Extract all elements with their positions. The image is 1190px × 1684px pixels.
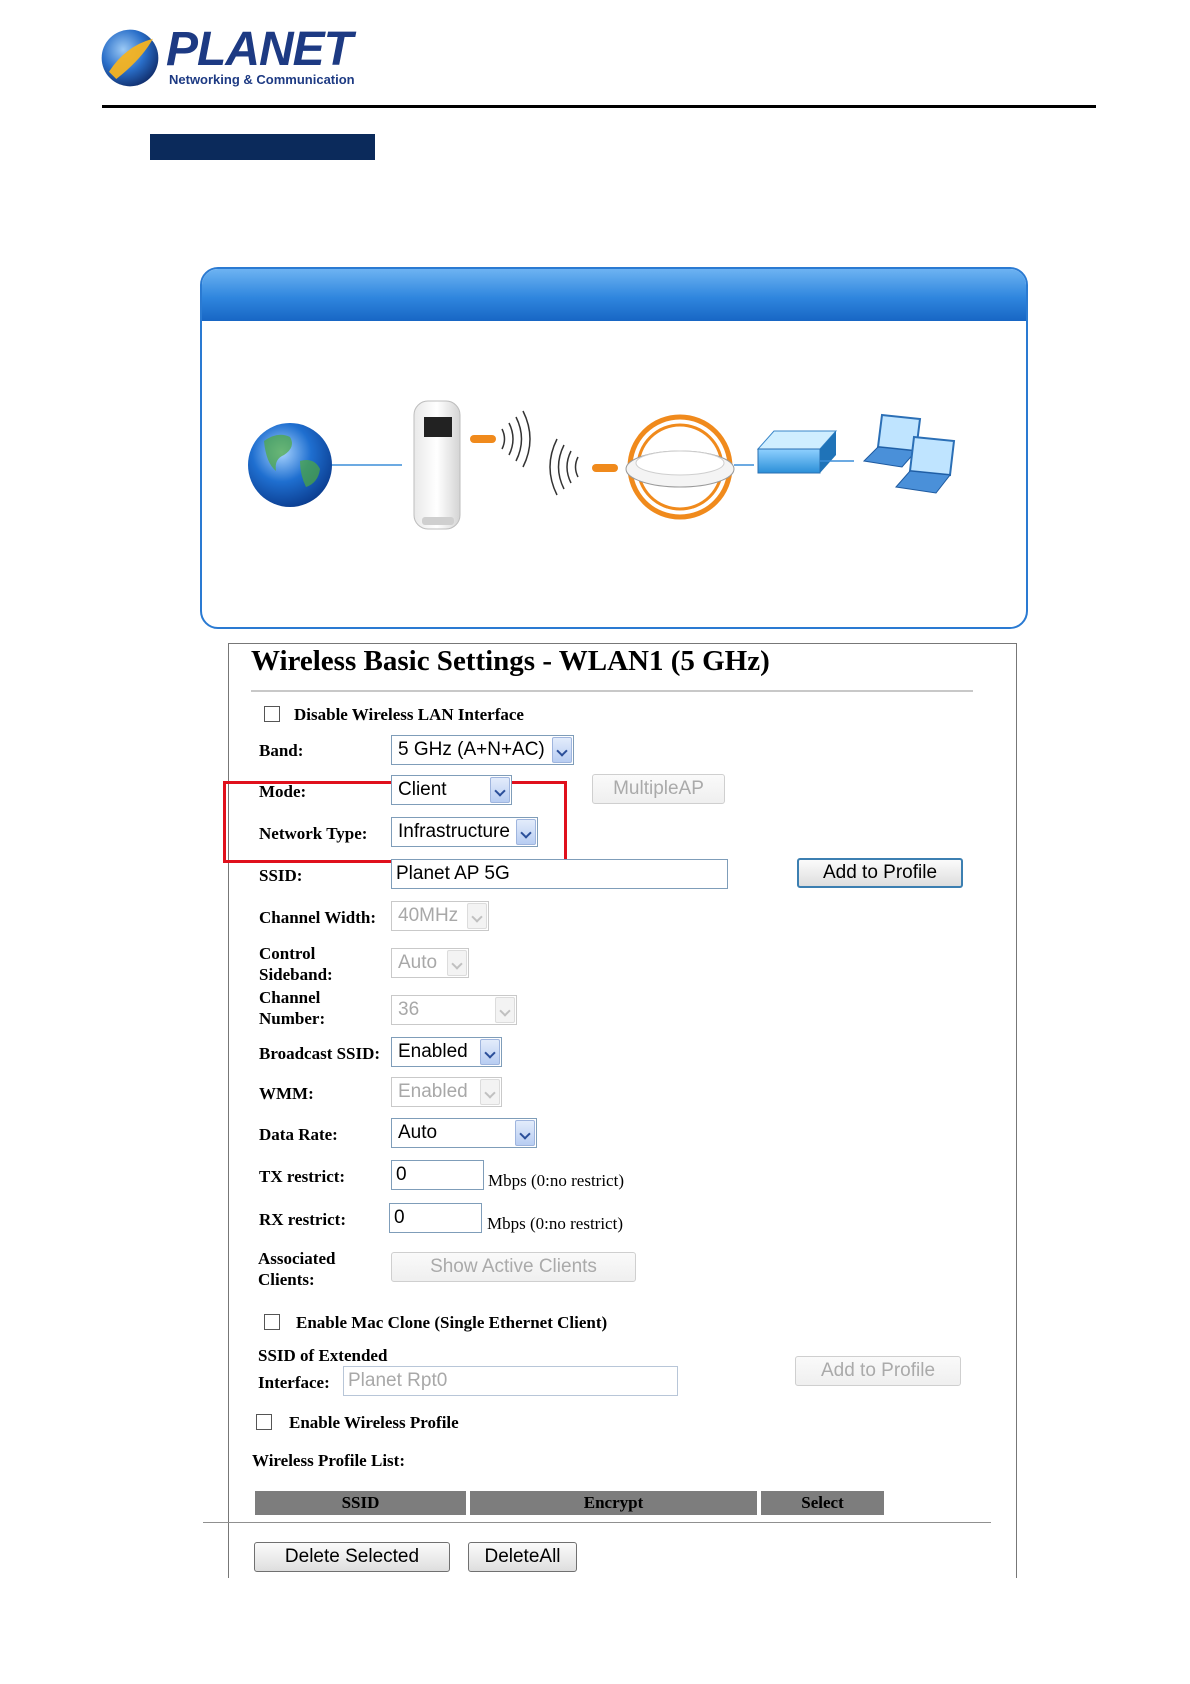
data-rate-select[interactable]: Auto [391,1118,537,1148]
data-rate-label: Data Rate: [259,1125,338,1144]
control-sideband-label-line2: Sideband: [259,965,333,984]
control-sideband-label-line1: Control [259,944,316,963]
multiple-ap-button[interactable]: MultipleAP [592,774,725,804]
internet-globe-icon [248,423,402,507]
table-header-select: Select [761,1491,884,1515]
add-to-profile-button[interactable]: Add to Profile [797,858,963,888]
tx-restrict-label: TX restrict: [259,1167,346,1186]
chevron-down-icon [515,1120,535,1146]
channel-number-value: 36 [398,999,420,1020]
network-type-select[interactable]: Infrastructure [391,817,538,847]
brand-tagline: Networking & Communication [169,72,355,87]
diagram-header-band [202,269,1026,321]
data-rate-value: Auto [398,1122,438,1143]
wmm-select[interactable]: Enabled [391,1077,502,1107]
network-switch-icon [756,430,854,474]
associated-clients-label-line1: Associated [258,1249,336,1268]
outdoor-cpe-device-icon [413,400,531,530]
broadcast-ssid-select[interactable]: Enabled [391,1037,502,1067]
mode-value: Client [398,779,447,800]
diagram-illustration [248,400,956,530]
chevron-down-icon [480,1079,500,1105]
network-diagram [200,267,1028,629]
ssid-label: SSID: [259,866,303,885]
wireless-profile-list-label: Wireless Profile List: [252,1451,405,1470]
header-rule [102,105,1096,108]
title-divider [251,690,973,692]
channel-number-label-line1: Channel [259,988,321,1007]
disable-wlan-label: Disable Wireless LAN Interface [294,705,524,724]
rx-restrict-unit: Mbps (0:no restrict) [487,1214,623,1233]
wmm-value: Enabled [398,1081,468,1102]
rx-restrict-input[interactable]: 0 [389,1203,482,1233]
band-value: 5 GHz (A+N+AC) [398,739,545,760]
chevron-down-icon [480,1039,500,1065]
ssid-extended-input[interactable]: Planet Rpt0 [343,1366,678,1396]
disable-wlan-checkbox[interactable] [264,706,280,722]
brand-name: PLANET [166,23,353,76]
chevron-down-icon [447,950,467,976]
mode-label: Mode: [259,782,307,801]
chevron-down-icon [467,903,487,929]
wireless-basic-settings-panel: Wireless Basic Settings - WLAN1 (5 GHz) … [203,643,1017,1578]
mac-clone-checkbox[interactable] [264,1314,280,1330]
network-type-label: Network Type: [259,824,368,843]
ceiling-access-point-icon [549,414,754,520]
chevron-down-icon [516,819,536,845]
table-header-ssid: SSID [255,1491,466,1515]
enable-wireless-profile-checkbox[interactable] [256,1414,272,1430]
broadcast-ssid-label: Broadcast SSID: [259,1044,381,1063]
tx-restrict-unit: Mbps (0:no restrict) [488,1171,624,1190]
show-active-clients-button[interactable]: Show Active Clients [391,1252,636,1282]
chevron-down-icon [552,737,572,763]
mode-select[interactable]: Client [391,775,512,805]
wmm-label: WMM: [259,1084,314,1103]
control-sideband-select[interactable]: Auto [391,948,469,978]
laptop-clients-icon [862,413,956,494]
associated-clients-label-line2: Clients: [258,1270,315,1289]
mac-clone-label: Enable Mac Clone (Single Ethernet Client… [296,1313,608,1332]
enable-wireless-profile-label: Enable Wireless Profile [289,1413,459,1432]
ssid-input[interactable]: Planet AP 5G [391,859,728,889]
control-sideband-value: Auto [398,952,438,973]
tx-restrict-input[interactable]: 0 [391,1160,484,1190]
network-type-value: Infrastructure [398,821,510,842]
ssid-extended-label-line2: Interface: [258,1373,330,1392]
band-select[interactable]: 5 GHz (A+N+AC) [391,735,574,765]
channel-width-value: 40MHz [398,905,459,926]
channel-number-select[interactable]: 36 [391,995,517,1025]
channel-width-label: Channel Width: [259,908,376,927]
add-to-profile-button-2[interactable]: Add to Profile [795,1356,961,1386]
page-title: Wireless Basic Settings - WLAN1 (5 GHz) [251,645,770,677]
channel-number-label-line2: Number: [259,1009,326,1028]
rx-restrict-label: RX restrict: [259,1210,347,1229]
ssid-extended-label-line1: SSID of Extended [258,1346,388,1365]
broadcast-ssid-value: Enabled [398,1041,468,1062]
section-heading-bar [150,134,375,160]
band-label: Band: [259,741,304,760]
table-divider [203,1522,991,1523]
planet-logo-globe-icon [101,29,159,87]
table-header-encrypt: Encrypt [470,1491,757,1515]
delete-selected-button[interactable]: Delete Selected [254,1542,450,1572]
chevron-down-icon [495,997,515,1023]
delete-all-button[interactable]: DeleteAll [468,1542,577,1572]
channel-width-select[interactable]: 40MHz [391,901,489,931]
chevron-down-icon [490,777,510,803]
